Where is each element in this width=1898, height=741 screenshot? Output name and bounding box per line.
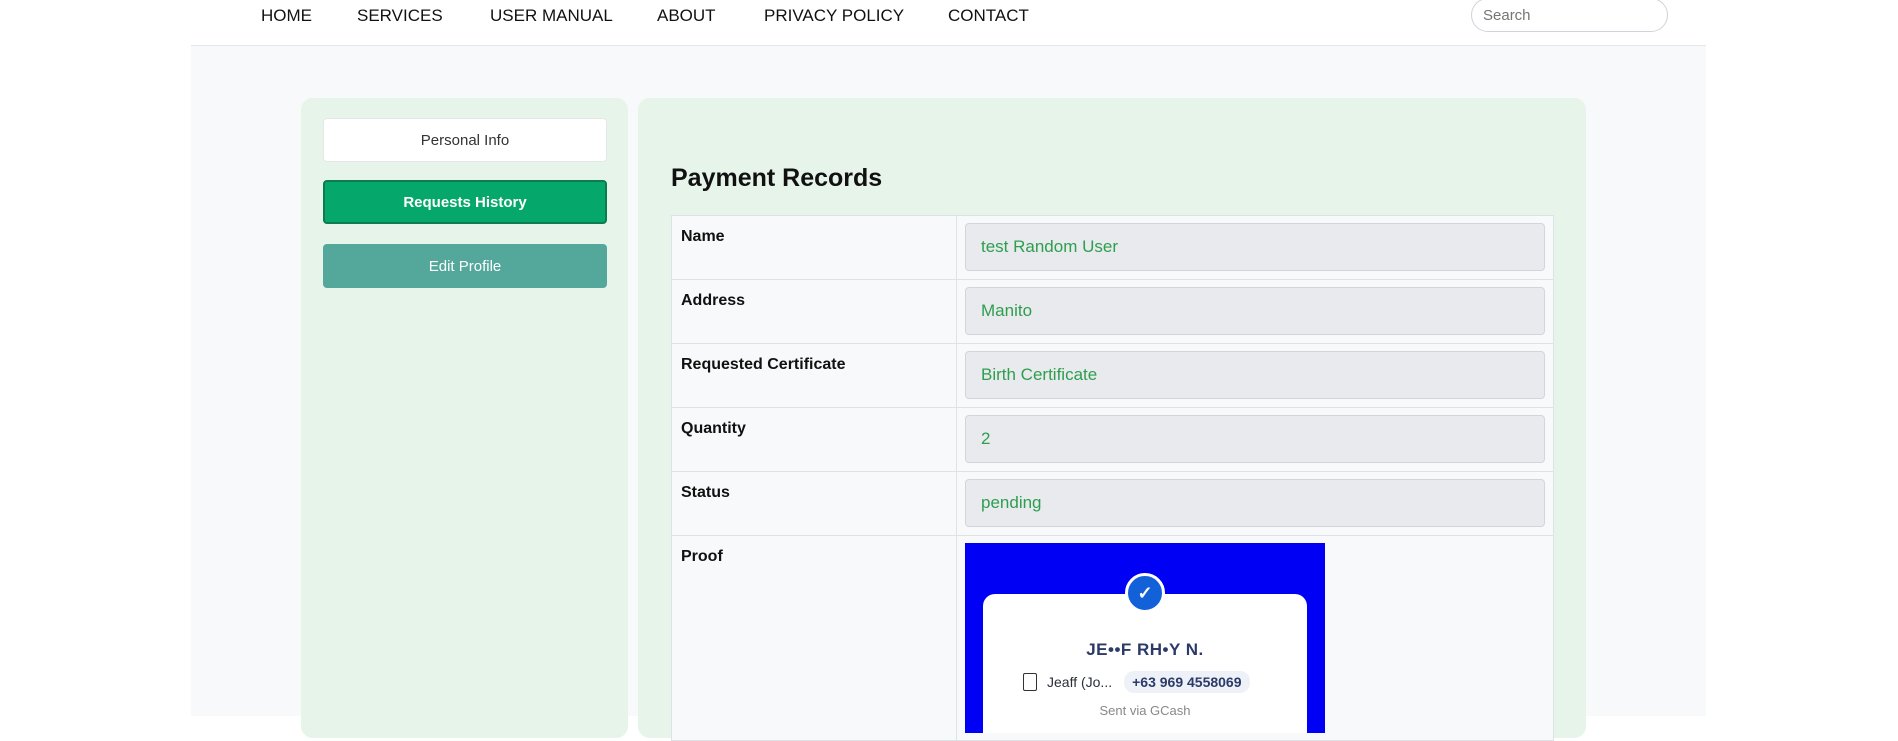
search-input[interactable] [1471,0,1668,32]
table-row: Address Manito [671,279,1554,344]
row-label-proof: Proof [671,535,957,741]
table-row: Proof ✓ JE••F RH•Y N. Jeaff (Jo... +63 9… [671,535,1554,741]
nav-user-manual-link[interactable]: USER MANUAL [490,6,613,26]
row-label-quantity: Quantity [671,407,957,472]
nav-home-link[interactable]: HOME [261,6,312,26]
proof-phone-number: +63 969 4558069 [1124,671,1250,693]
table-row: Status pending [671,471,1554,536]
proof-image[interactable]: ✓ JE••F RH•Y N. Jeaff (Jo... +63 969 455… [965,543,1325,733]
edit-profile-button[interactable]: Edit Profile [323,244,607,288]
status-value-field: pending [965,479,1545,527]
contact-card-icon [1023,673,1037,691]
nav-privacy-policy-link[interactable]: PRIVACY POLICY [764,6,904,26]
table-row: Name test Random User [671,215,1554,280]
check-icon: ✓ [1125,573,1165,613]
nav-about-link[interactable]: ABOUT [657,6,716,26]
table-row: Requested Certificate Birth Certificate [671,343,1554,408]
nav-services-link[interactable]: SERVICES [357,6,443,26]
nav-contact-link[interactable]: CONTACT [948,6,1029,26]
certificate-value-field: Birth Certificate [965,351,1545,399]
payment-records-panel: Payment Records Name test Random User Ad… [638,98,1586,741]
payment-records-table: Name test Random User Address Manito Req… [671,215,1554,741]
quantity-value-field: 2 [965,415,1545,463]
name-value-field: test Random User [965,223,1545,271]
row-label-name: Name [671,215,957,280]
row-label-address: Address [671,279,957,344]
address-value-field: Manito [965,287,1545,335]
personal-info-button[interactable]: Personal Info [323,118,607,162]
row-label-status: Status [671,471,957,536]
row-label-certificate: Requested Certificate [671,343,957,408]
page-title: Payment Records [671,164,883,192]
table-row: Quantity 2 [671,407,1554,472]
requests-history-button[interactable]: Requests History [323,180,607,224]
profile-sidebar: Personal Info Requests History Edit Prof… [301,98,628,738]
proof-account-row: Jeaff (Jo... +63 969 4558069 [1023,671,1250,693]
proof-recipient-name: JE••F RH•Y N. [1086,640,1204,659]
proof-account-name: Jeaff (Jo... [1047,674,1113,690]
